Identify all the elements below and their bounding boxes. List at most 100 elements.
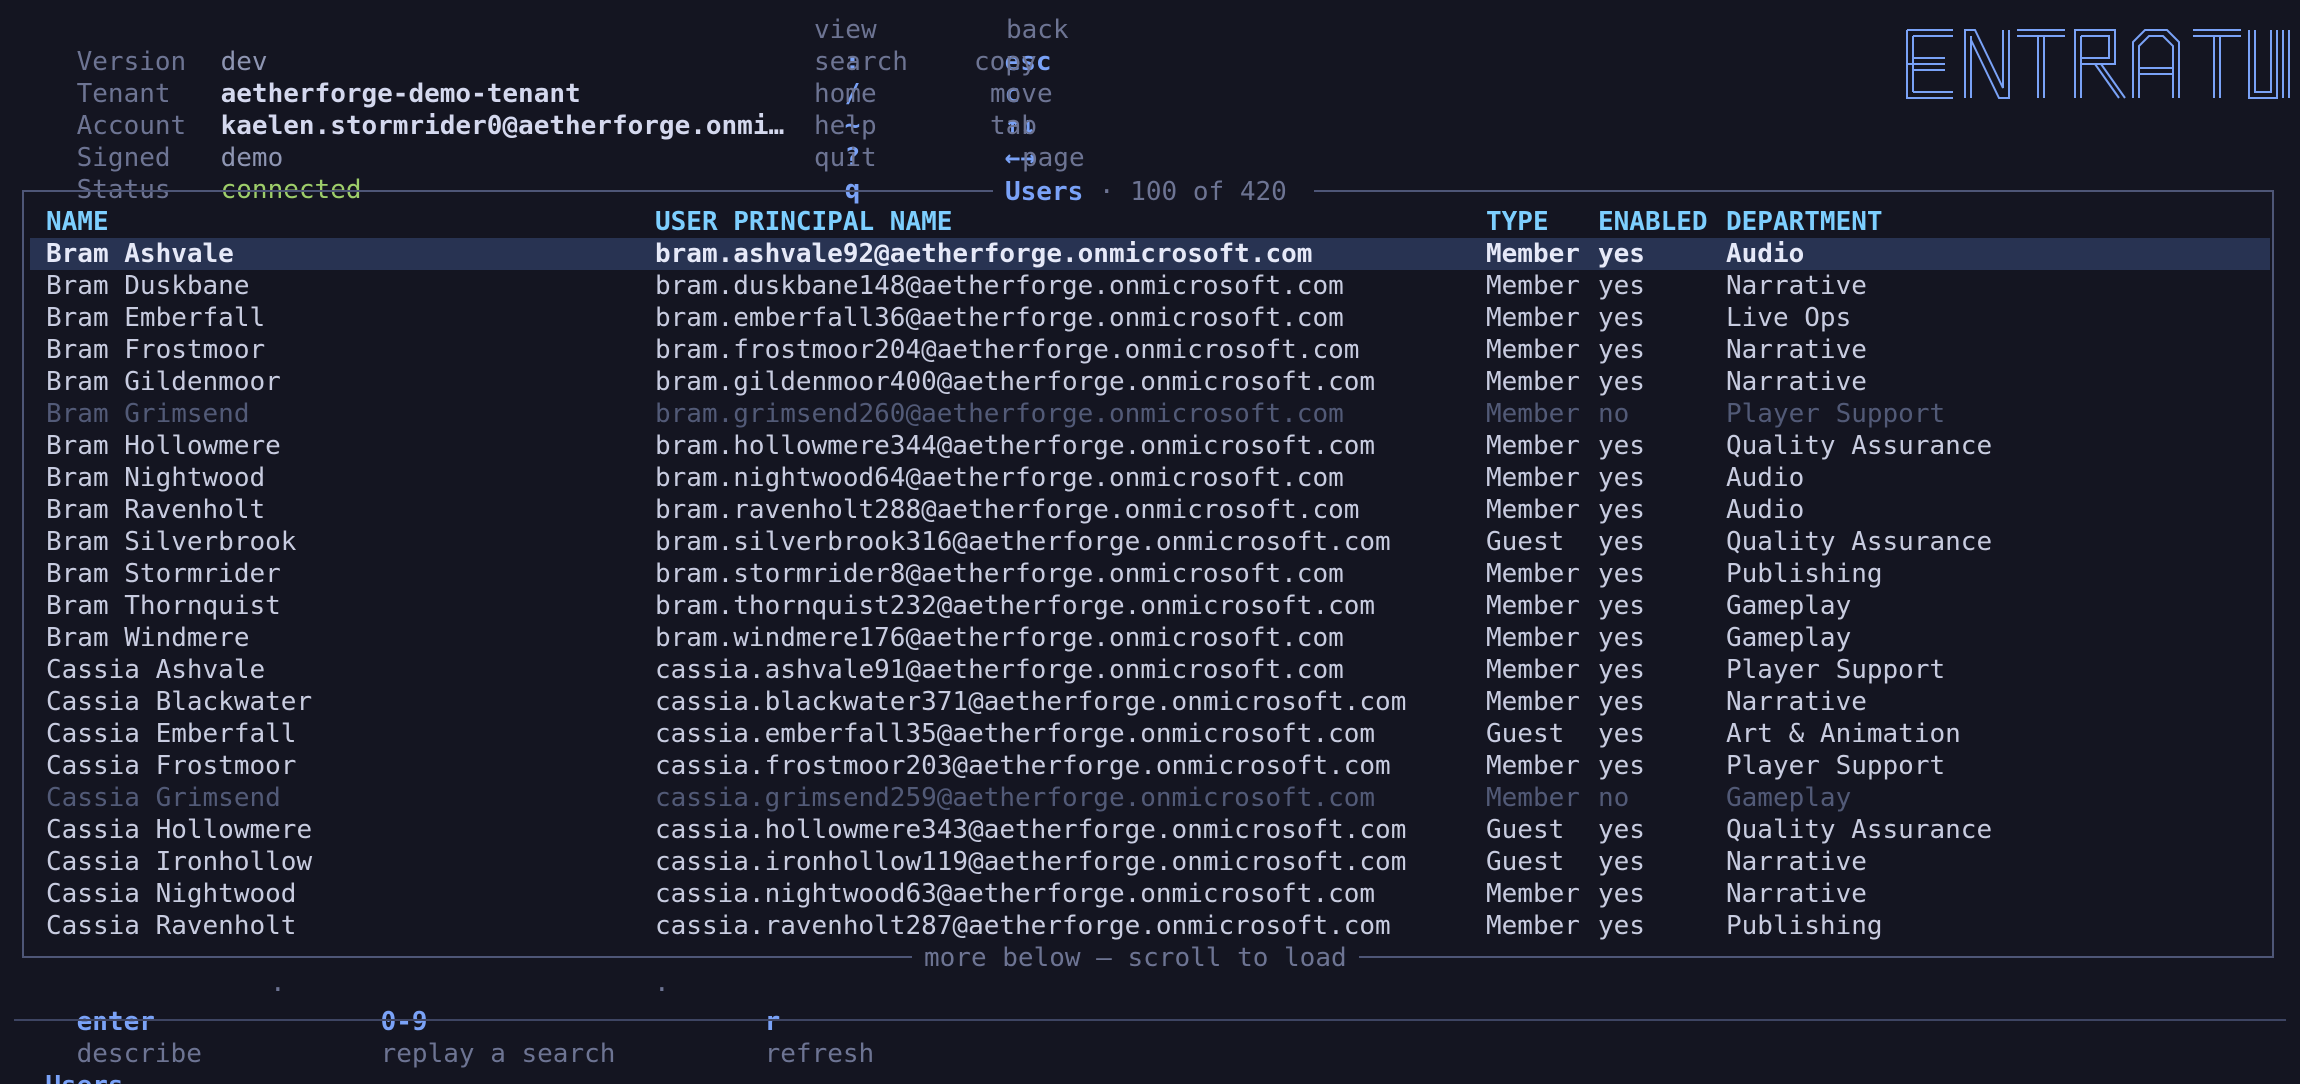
cell-name: Cassia Ironhollow <box>46 847 313 877</box>
cell-type: Member <box>1486 687 1580 717</box>
cell-dept: Live Ops <box>1726 303 1852 333</box>
table-row[interactable]: Bram Thornquist bram.thornquist232@aether… <box>30 590 2270 622</box>
cell-dept: Quality Assurance <box>1726 527 1993 557</box>
hint-desc-refresh: refresh <box>764 1039 875 1069</box>
cell-upn: cassia.frostmoor203@aetherforge.onmicros… <box>655 751 1391 781</box>
table-row[interactable]: Cassia Blackwater cassia.blackwater371@ae… <box>30 686 2270 718</box>
cell-enabled: yes <box>1598 559 1645 589</box>
cell-dept: Audio <box>1726 495 1805 525</box>
cell-name: Bram Stormrider <box>46 559 281 589</box>
cell-enabled: yes <box>1598 719 1645 749</box>
scroll-hint: more below — scroll to load <box>912 942 1359 974</box>
table-count: · 100 of 420 <box>1083 177 1303 207</box>
hint-desc-replay: replay a search <box>380 1039 616 1069</box>
cell-type: Member <box>1486 399 1580 429</box>
column-header-department[interactable]: DEPARTMENT <box>1726 206 1883 238</box>
cell-type: Member <box>1486 495 1580 525</box>
cell-upn: bram.nightwood64@aetherforge.onmicrosoft… <box>655 463 1344 493</box>
column-header-upn[interactable]: USER PRINCIPAL NAME <box>655 206 952 238</box>
cell-upn: bram.emberfall36@aetherforge.onmicrosoft… <box>655 303 1344 333</box>
cell-enabled: yes <box>1598 463 1645 493</box>
cell-type: Member <box>1486 623 1580 653</box>
table-row[interactable]: Bram Windmere bram.windmere176@aetherforg… <box>30 622 2270 654</box>
table-row[interactable]: Bram Gildenmoor bram.gildenmoor400@aether… <box>30 366 2270 398</box>
table-row[interactable]: Cassia Ironhollow cassia.ironhollow119@ae… <box>30 846 2270 878</box>
cell-name: Cassia Ashvale <box>46 655 266 685</box>
table-row[interactable]: Bram Ashvale bram.ashvale92@aetherforge.o… <box>30 238 2270 270</box>
cell-type: Guest <box>1486 527 1565 557</box>
cell-enabled: yes <box>1598 815 1645 845</box>
column-header-enabled[interactable]: ENABLED <box>1598 206 1708 238</box>
table-row[interactable]: Cassia Hollowmere cassia.hollowmere343@ae… <box>30 814 2270 846</box>
cell-upn: bram.ravenholt288@aetherforge.onmicrosof… <box>655 495 1360 525</box>
cell-dept: Player Support <box>1726 399 1946 429</box>
cell-upn: cassia.grimsend259@aetherforge.onmicroso… <box>655 783 1376 813</box>
table-row[interactable]: Cassia Emberfall cassia.emberfall35@aethe… <box>30 718 2270 750</box>
table-row[interactable]: Bram Ravenholt bram.ravenholt288@aetherfo… <box>30 494 2270 526</box>
cell-dept: Player Support <box>1726 751 1946 781</box>
table-row[interactable]: Cassia Ashvale cassia.ashvale91@aetherfor… <box>30 654 2270 686</box>
cell-name: Bram Gildenmoor <box>46 367 281 397</box>
cell-name: Cassia Hollowmere <box>46 815 313 845</box>
cell-type: Member <box>1486 271 1580 301</box>
key-desc: search <box>814 47 908 77</box>
column-header-type[interactable]: TYPE <box>1486 206 1549 238</box>
hint-key-refresh: r <box>764 1007 781 1037</box>
cell-dept: Narrative <box>1726 367 1867 397</box>
cell-enabled: no <box>1598 399 1630 429</box>
key-desc: page <box>1022 143 1085 173</box>
hint-key-replay: 0-9 <box>380 1007 428 1037</box>
cell-enabled: yes <box>1598 335 1645 365</box>
cell-enabled: no <box>1598 783 1630 813</box>
cell-enabled: yes <box>1598 271 1645 301</box>
table-row[interactable]: Bram Frostmoor bram.frostmoor204@aetherfo… <box>30 334 2270 366</box>
cell-name: Cassia Emberfall <box>46 719 297 749</box>
app-logo <box>1905 28 2290 108</box>
key-desc: view <box>814 15 877 45</box>
cell-type: Member <box>1486 751 1580 781</box>
table-row[interactable]: Bram Hollowmere bram.hollowmere344@aether… <box>30 430 2270 462</box>
cell-dept: Narrative <box>1726 271 1867 301</box>
cell-dept: Player Support <box>1726 655 1946 685</box>
cell-enabled: yes <box>1598 623 1645 653</box>
cell-dept: Audio <box>1726 239 1805 269</box>
cell-dept: Gameplay <box>1726 783 1852 813</box>
status-divider <box>14 1019 2286 1021</box>
hint-separator: · <box>654 975 670 1005</box>
key-desc: home <box>814 79 877 109</box>
cell-name: Bram Emberfall <box>46 303 266 333</box>
table-row[interactable]: Bram Stormrider bram.stormrider8@aetherfo… <box>30 558 2270 590</box>
cell-dept: Quality Assurance <box>1726 815 1993 845</box>
cell-type: Member <box>1486 367 1580 397</box>
cell-name: Bram Windmere <box>46 623 250 653</box>
table-title: Users · 100 of 420 <box>993 176 1315 208</box>
cell-enabled: yes <box>1598 303 1645 333</box>
cell-type: Member <box>1486 783 1580 813</box>
table-row[interactable]: Bram Silverbrook bram.silverbrook316@aeth… <box>30 526 2270 558</box>
table-row[interactable]: Cassia Grimsend cassia.grimsend259@aether… <box>30 782 2270 814</box>
cell-dept: Narrative <box>1726 687 1867 717</box>
cell-dept: Narrative <box>1726 879 1867 909</box>
cell-enabled: yes <box>1598 687 1645 717</box>
table-row[interactable]: Bram Nightwood bram.nightwood64@aetherfor… <box>30 462 2270 494</box>
table-row[interactable]: Cassia Frostmoor cassia.frostmoor203@aeth… <box>30 750 2270 782</box>
cell-dept: Audio <box>1726 463 1805 493</box>
table-row[interactable]: Cassia Ravenholt cassia.ravenholt287@aeth… <box>30 910 2270 942</box>
table-row[interactable]: Bram Duskbane bram.duskbane148@aetherforg… <box>30 270 2270 302</box>
cell-type: Member <box>1486 591 1580 621</box>
cell-enabled: yes <box>1598 655 1645 685</box>
table-row[interactable]: Cassia Nightwood cassia.nightwood63@aethe… <box>30 878 2270 910</box>
cell-type: Member <box>1486 559 1580 589</box>
cell-upn: cassia.ironhollow119@aetherforge.onmicro… <box>655 847 1407 877</box>
cell-type: Member <box>1486 303 1580 333</box>
cell-name: Bram Grimsend <box>46 399 250 429</box>
cell-type: Guest <box>1486 719 1565 749</box>
column-header-name[interactable]: NAME <box>46 206 109 238</box>
table-row[interactable]: Bram Grimsend bram.grimsend260@aetherforg… <box>30 398 2270 430</box>
cell-upn: cassia.ashvale91@aetherforge.onmicrosoft… <box>655 655 1344 685</box>
cell-upn: bram.windmere176@aetherforge.onmicrosoft… <box>655 623 1344 653</box>
cell-dept: Narrative <box>1726 335 1867 365</box>
table-row[interactable]: Bram Emberfall bram.emberfall36@aetherfor… <box>30 302 2270 334</box>
cell-dept: Narrative <box>1726 847 1867 877</box>
cell-dept: Gameplay <box>1726 591 1852 621</box>
